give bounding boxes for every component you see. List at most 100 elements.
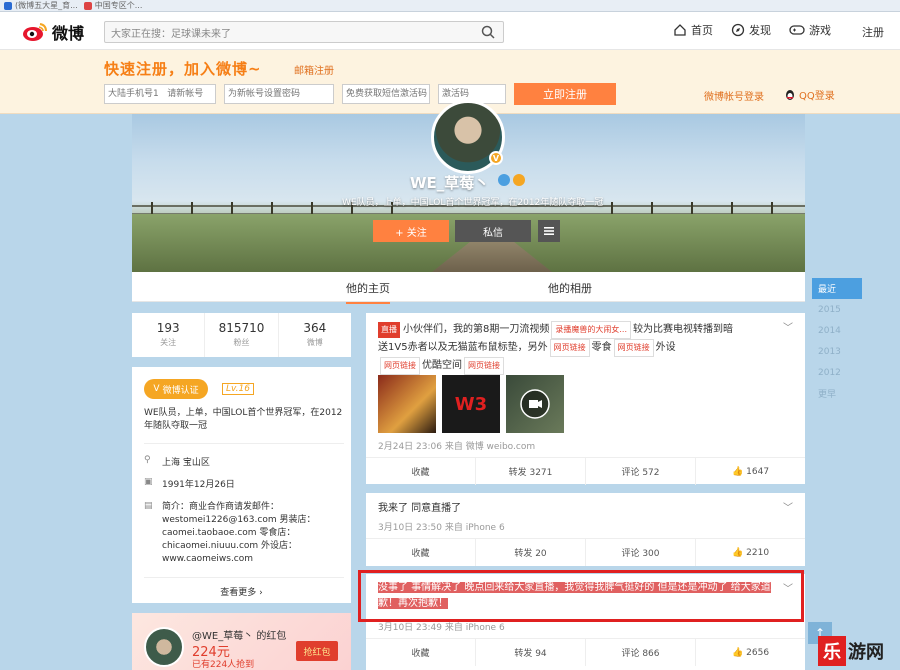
- message-button[interactable]: 私信: [455, 220, 531, 242]
- stat-followers[interactable]: 815710 粉丝: [205, 313, 279, 357]
- post-text: 直播 小伙伴们，我的第8期一刀流视频 录播魔兽的大闹女... 较为比赛电视转播到暗 送…: [378, 321, 798, 375]
- year-item[interactable]: 最近: [812, 278, 862, 299]
- year-item[interactable]: 2015: [812, 299, 862, 320]
- post-image[interactable]: W3: [442, 375, 500, 433]
- register-link[interactable]: 注册: [862, 24, 884, 40]
- profile-bio: WE队员，上单，中国LOL首个世界冠军，在2012年随队夺取一冠: [342, 198, 604, 208]
- menu-icon: [544, 227, 554, 235]
- divider: [144, 577, 344, 578]
- nav-home[interactable]: 首页: [673, 22, 713, 38]
- tab-favicon-icon: [83, 1, 92, 10]
- follow-button[interactable]: + 关注: [373, 220, 449, 242]
- mail-register-link[interactable]: 邮箱注册: [294, 62, 334, 77]
- nav-games[interactable]: 游戏: [789, 22, 831, 38]
- register-submit-button[interactable]: 立即注册: [514, 83, 616, 105]
- location-row: ⚲ 上海 宝山区: [144, 455, 210, 468]
- repost-button[interactable]: 转发 94: [476, 639, 586, 666]
- year-item[interactable]: 2012: [812, 362, 862, 383]
- verified-badge[interactable]: V 微博认证: [144, 379, 208, 399]
- post-link-chip[interactable]: 网页链接: [549, 339, 590, 357]
- profile-stats: 193 关注 815710 粉丝 364 微博: [132, 313, 351, 357]
- watermark-text: 游网: [848, 642, 884, 663]
- profile-tabs: 他的主页 他的相册: [132, 272, 805, 304]
- post-meta: 3月10日 23:50 来自 iPhone 6: [378, 523, 505, 533]
- site-watermark: 乐 游网: [818, 632, 900, 670]
- collect-button[interactable]: 收藏: [366, 458, 476, 485]
- home-icon: [674, 24, 686, 36]
- repost-button[interactable]: 转发 20: [476, 539, 586, 566]
- account-login-link[interactable]: 微博帐号登录: [704, 88, 764, 103]
- member-icon: [513, 174, 525, 186]
- gift-icon: ▣: [144, 477, 153, 487]
- verified-description: WE队员，上单，中国LOL首个世界冠军，在2012年随队夺取一冠: [144, 408, 343, 431]
- post-link-chip[interactable]: 录播魔兽的大闹女...: [551, 321, 632, 339]
- collect-button[interactable]: 收藏: [366, 639, 476, 666]
- profile-name: WE_草莓丶: [410, 174, 490, 192]
- stat-following[interactable]: 193 关注: [132, 313, 206, 357]
- tab-home[interactable]: 他的主页: [346, 280, 390, 304]
- comment-button[interactable]: 评论 300: [586, 539, 696, 566]
- birthday-row: ▣ 1991年12月26日: [144, 477, 235, 490]
- thumbs-up-icon: 👍: [731, 647, 744, 658]
- divider: [144, 443, 344, 444]
- like-button[interactable]: 👍 2656: [696, 639, 805, 666]
- feed-post: ﹀ 我来了 同意直播了 3月10日 23:50 来自 iPhone 6 收藏 转…: [366, 493, 805, 566]
- level-badge[interactable]: Lv.16: [222, 383, 254, 395]
- location-pin-icon: ⚲: [144, 455, 151, 465]
- browser-tab[interactable]: (微博五大星_育...: [4, 0, 78, 11]
- thumbs-up-icon: 👍: [731, 547, 744, 558]
- tab-album[interactable]: 他的相册: [548, 280, 592, 296]
- red-packet-card: @WE_草莓丶 的红包 224元 已有224人抢到 抢红包: [132, 613, 351, 670]
- browser-tab[interactable]: 中国专区个...: [83, 0, 142, 11]
- phone-input[interactable]: [104, 84, 216, 104]
- like-button[interactable]: 👍 1647: [696, 458, 805, 485]
- weibo-logo[interactable]: 微博: [22, 20, 84, 44]
- search-icon[interactable]: [481, 25, 495, 39]
- profile-info-card: V 微博认证 Lv.16 WE队员，上单，中国LOL首个世界冠军，在2012年随…: [132, 367, 351, 603]
- year-item[interactable]: 更早: [812, 383, 862, 404]
- comment-button[interactable]: 评论 572: [586, 458, 696, 485]
- brand-name: 微博: [52, 24, 85, 43]
- thumbs-up-icon: 👍: [731, 466, 744, 477]
- intro-icon: ▤: [144, 501, 153, 511]
- year-item[interactable]: 2014: [812, 320, 862, 341]
- chevron-down-icon[interactable]: ﹀: [783, 499, 793, 514]
- post-link-chip[interactable]: 网页链接: [613, 339, 654, 357]
- search-input[interactable]: 大家正在搜：足球课未来了: [104, 21, 504, 43]
- qq-penguin-icon: [786, 89, 794, 100]
- video-play-icon: [520, 389, 550, 419]
- see-more-link[interactable]: 查看更多 ›: [132, 585, 351, 598]
- highlight-annotation: [358, 570, 804, 622]
- like-button[interactable]: 👍 2210: [696, 539, 805, 566]
- qq-login-link[interactable]: QQ登录: [784, 87, 835, 102]
- comment-button[interactable]: 评论 866: [586, 639, 696, 666]
- post-meta: 2月24日 23:06 来自 微博 weibo.com: [378, 442, 536, 452]
- v-icon: V: [153, 384, 160, 394]
- verified-badge-icon: V: [489, 151, 503, 165]
- more-button[interactable]: [538, 220, 560, 242]
- repost-button[interactable]: 转发 3271: [476, 458, 586, 485]
- top-navigation: 微博 大家正在搜：足球课未来了 首页 发现 游戏 注册: [0, 12, 900, 50]
- year-item[interactable]: 2013: [812, 341, 862, 362]
- grab-red-packet-button[interactable]: 抢红包: [296, 641, 338, 661]
- intro-text: 简介：商业合作商请发邮件：westomei1226@163.com 男装店：ca…: [162, 502, 316, 564]
- tab-favicon-icon: [4, 1, 12, 10]
- post-link-chip[interactable]: 网页链接: [380, 357, 420, 375]
- post-actions: 收藏 转发 20 评论 300 👍 2210: [366, 538, 805, 566]
- nav-discover[interactable]: 发现: [731, 22, 771, 38]
- feed-post: ﹀ 直播 小伙伴们，我的第8期一刀流视频 录播魔兽的大闹女... 较为比赛电视转播到暗…: [366, 313, 805, 485]
- red-packet-count: 已有224人抢到: [192, 660, 255, 670]
- post-video[interactable]: [506, 375, 564, 433]
- post-link-chip[interactable]: 网页链接: [464, 357, 504, 375]
- register-title: 快速注册，加入微博~: [104, 60, 262, 78]
- watermark-box: 乐: [818, 636, 846, 666]
- password-input[interactable]: [224, 84, 334, 104]
- post-actions: 收藏 转发 3271 评论 572 👍 1647: [366, 457, 805, 485]
- post-image[interactable]: [378, 375, 436, 433]
- collect-button[interactable]: 收藏: [366, 539, 476, 566]
- year-timeline: 最近 2015 2014 2013 2012 更早: [812, 278, 862, 404]
- stat-posts[interactable]: 364 微博: [279, 313, 351, 357]
- sms-code-button[interactable]: [342, 84, 430, 104]
- live-tag: 直播: [378, 322, 400, 338]
- male-icon: [498, 174, 510, 186]
